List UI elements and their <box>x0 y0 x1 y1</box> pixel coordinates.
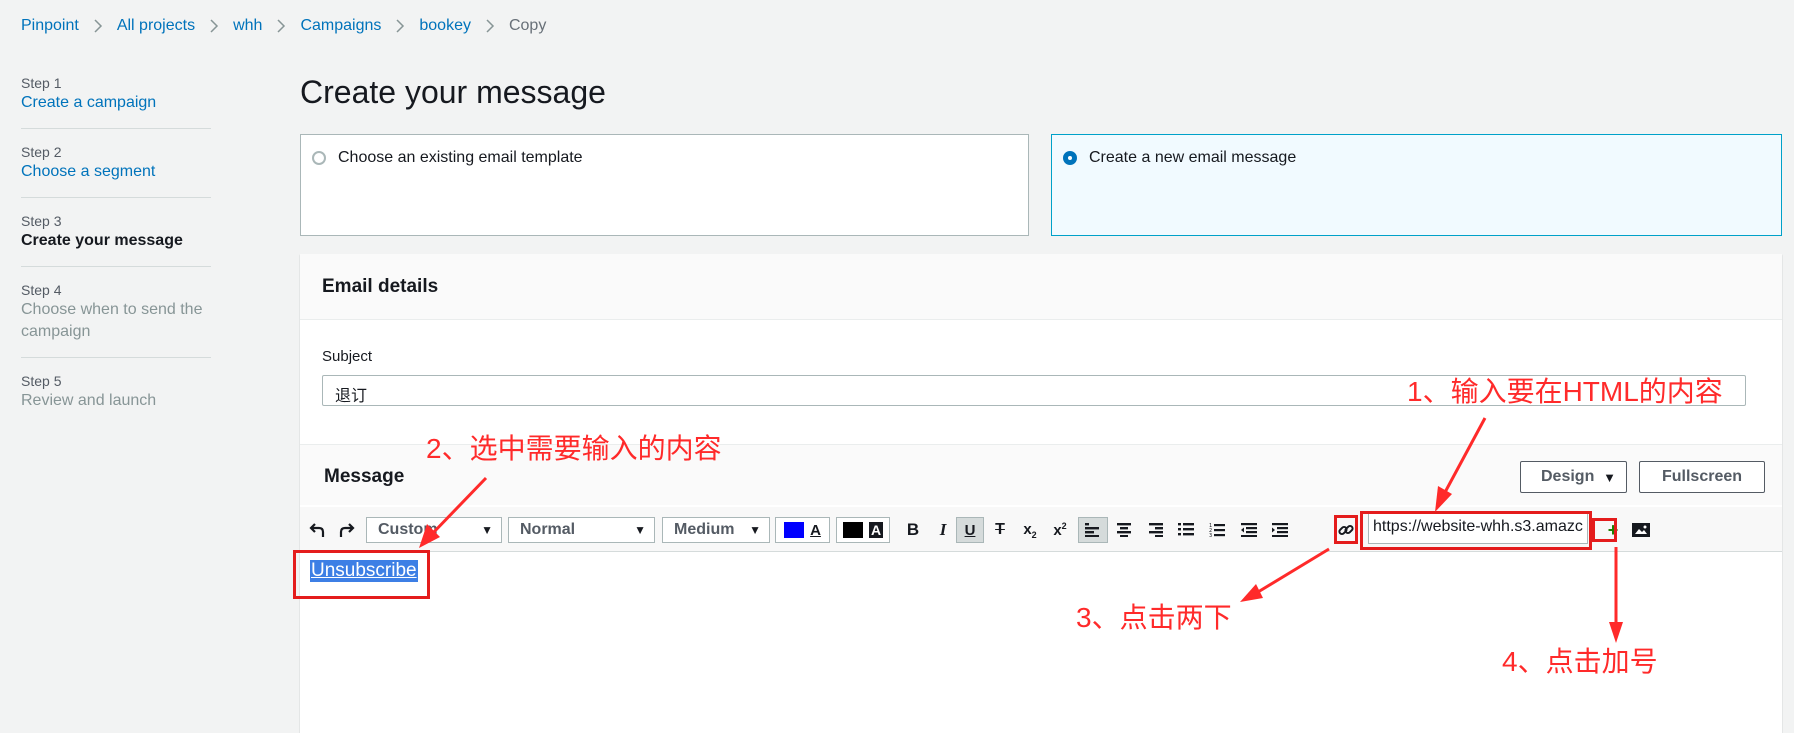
outdent-icon[interactable] <box>1236 517 1262 543</box>
annotation-step-1: 1、输入要在HTML的内容 <box>1407 376 1723 407</box>
step-navigation: Step 1 Create a campaign Step 2 Choose a… <box>21 74 211 440</box>
caret-down-icon: ▼ <box>749 523 761 537</box>
tile-existing-template[interactable]: Choose an existing email template <box>300 134 1029 236</box>
breadcrumb-current: Copy <box>508 17 547 34</box>
annotation-box-add-button <box>1592 518 1617 542</box>
font-color-icon: A <box>810 521 821 539</box>
step-disabled-schedule: Choose when to send the campaign <box>21 299 211 343</box>
step-4: Step 4 Choose when to send the campaign <box>21 281 211 358</box>
subject-label: Subject <box>322 348 373 365</box>
svg-text:3: 3 <box>1209 533 1212 537</box>
breadcrumb-campaign[interactable]: bookey <box>419 17 471 35</box>
design-label: Design <box>1541 468 1595 485</box>
page-title: Create your message <box>300 74 606 110</box>
chevron-right-icon <box>208 19 220 33</box>
annotation-box-unsubscribe <box>293 550 430 599</box>
caret-down-icon: ▼ <box>1603 469 1616 485</box>
subscript-icon[interactable]: x2 <box>1017 517 1043 543</box>
numbered-list-icon[interactable]: 123 <box>1204 517 1230 543</box>
undo-icon[interactable] <box>304 517 330 543</box>
font-family-select[interactable]: Custom ▼ <box>366 517 502 543</box>
step-title-line: Choose when to send the <box>21 301 203 318</box>
step-disabled-review: Review and launch <box>21 392 157 409</box>
email-details-header: Email details <box>300 254 1782 320</box>
annotation-box-url-input <box>1360 511 1592 550</box>
font-family-value: Custom <box>378 521 438 538</box>
step-number: Step 2 <box>21 144 62 160</box>
breadcrumb: Pinpoint All projects whh Campaigns book… <box>21 14 546 38</box>
step-number: Step 4 <box>21 282 62 298</box>
redo-icon[interactable] <box>334 517 360 543</box>
chevron-right-icon <box>275 19 287 33</box>
text-color-picker[interactable]: A <box>775 517 830 543</box>
step-link-create-campaign[interactable]: Create a campaign <box>21 92 211 114</box>
design-dropdown[interactable]: Design ▼ <box>1520 461 1627 493</box>
breadcrumb-all-projects[interactable]: All projects <box>117 17 195 35</box>
step-5: Step 5 Review and launch <box>21 372 211 426</box>
underline-icon[interactable]: U <box>956 517 984 543</box>
step-1: Step 1 Create a campaign <box>21 74 211 129</box>
fullscreen-button[interactable]: Fullscreen <box>1639 461 1765 493</box>
size-select[interactable]: Medium ▼ <box>662 517 770 543</box>
step-2: Step 2 Choose a segment <box>21 143 211 198</box>
bold-icon[interactable]: B <box>900 517 926 543</box>
tile-new-label: Create a new email message <box>1089 149 1297 166</box>
bullet-list-icon[interactable] <box>1173 517 1199 543</box>
size-value: Medium <box>674 521 735 538</box>
bg-color-swatch <box>842 522 863 538</box>
message-title: Message <box>324 466 405 487</box>
step-number: Step 5 <box>21 373 62 389</box>
italic-icon[interactable]: I <box>930 517 956 543</box>
step-number: Step 3 <box>21 213 62 229</box>
caret-down-icon: ▼ <box>634 523 646 537</box>
annotation-step-2: 2、选中需要输入的内容 <box>426 433 722 464</box>
strikethrough-icon[interactable]: T <box>987 517 1013 543</box>
image-icon[interactable] <box>1628 517 1654 543</box>
step-number: Step 1 <box>21 75 62 91</box>
step-title-line: campaign <box>21 323 91 340</box>
chevron-right-icon <box>484 19 496 33</box>
indent-icon[interactable] <box>1267 517 1293 543</box>
step-link-choose-segment[interactable]: Choose a segment <box>21 161 211 183</box>
step-current-create-message: Create your message <box>21 232 183 249</box>
chevron-right-icon <box>92 19 104 33</box>
step-3: Step 3 Create your message <box>21 212 211 267</box>
align-right-icon[interactable] <box>1142 517 1168 543</box>
align-left-icon[interactable] <box>1078 517 1108 543</box>
radio-existing-template[interactable] <box>312 151 326 165</box>
radio-new-message[interactable] <box>1063 151 1077 165</box>
chevron-right-icon <box>394 19 406 33</box>
highlight-color-icon: A <box>868 522 884 538</box>
breadcrumb-campaigns[interactable]: Campaigns <box>300 17 381 35</box>
tile-new-message[interactable]: Create a new email message <box>1051 134 1782 236</box>
breadcrumb-pinpoint[interactable]: Pinpoint <box>21 17 79 35</box>
caret-down-icon: ▼ <box>481 523 493 537</box>
align-center-icon[interactable] <box>1111 517 1137 543</box>
text-color-swatch <box>784 522 805 538</box>
annotation-box-link-button <box>1334 515 1358 544</box>
breadcrumb-project[interactable]: whh <box>233 17 262 35</box>
superscript-icon[interactable]: x2 <box>1047 517 1073 543</box>
annotation-step-3: 3、点击两下 <box>1076 602 1232 633</box>
tile-existing-label: Choose an existing email template <box>338 149 583 166</box>
annotation-step-4: 4、点击加号 <box>1502 646 1658 677</box>
format-value: Normal <box>520 521 576 538</box>
background-color-picker[interactable]: A <box>836 517 890 543</box>
format-select[interactable]: Normal ▼ <box>508 517 655 543</box>
